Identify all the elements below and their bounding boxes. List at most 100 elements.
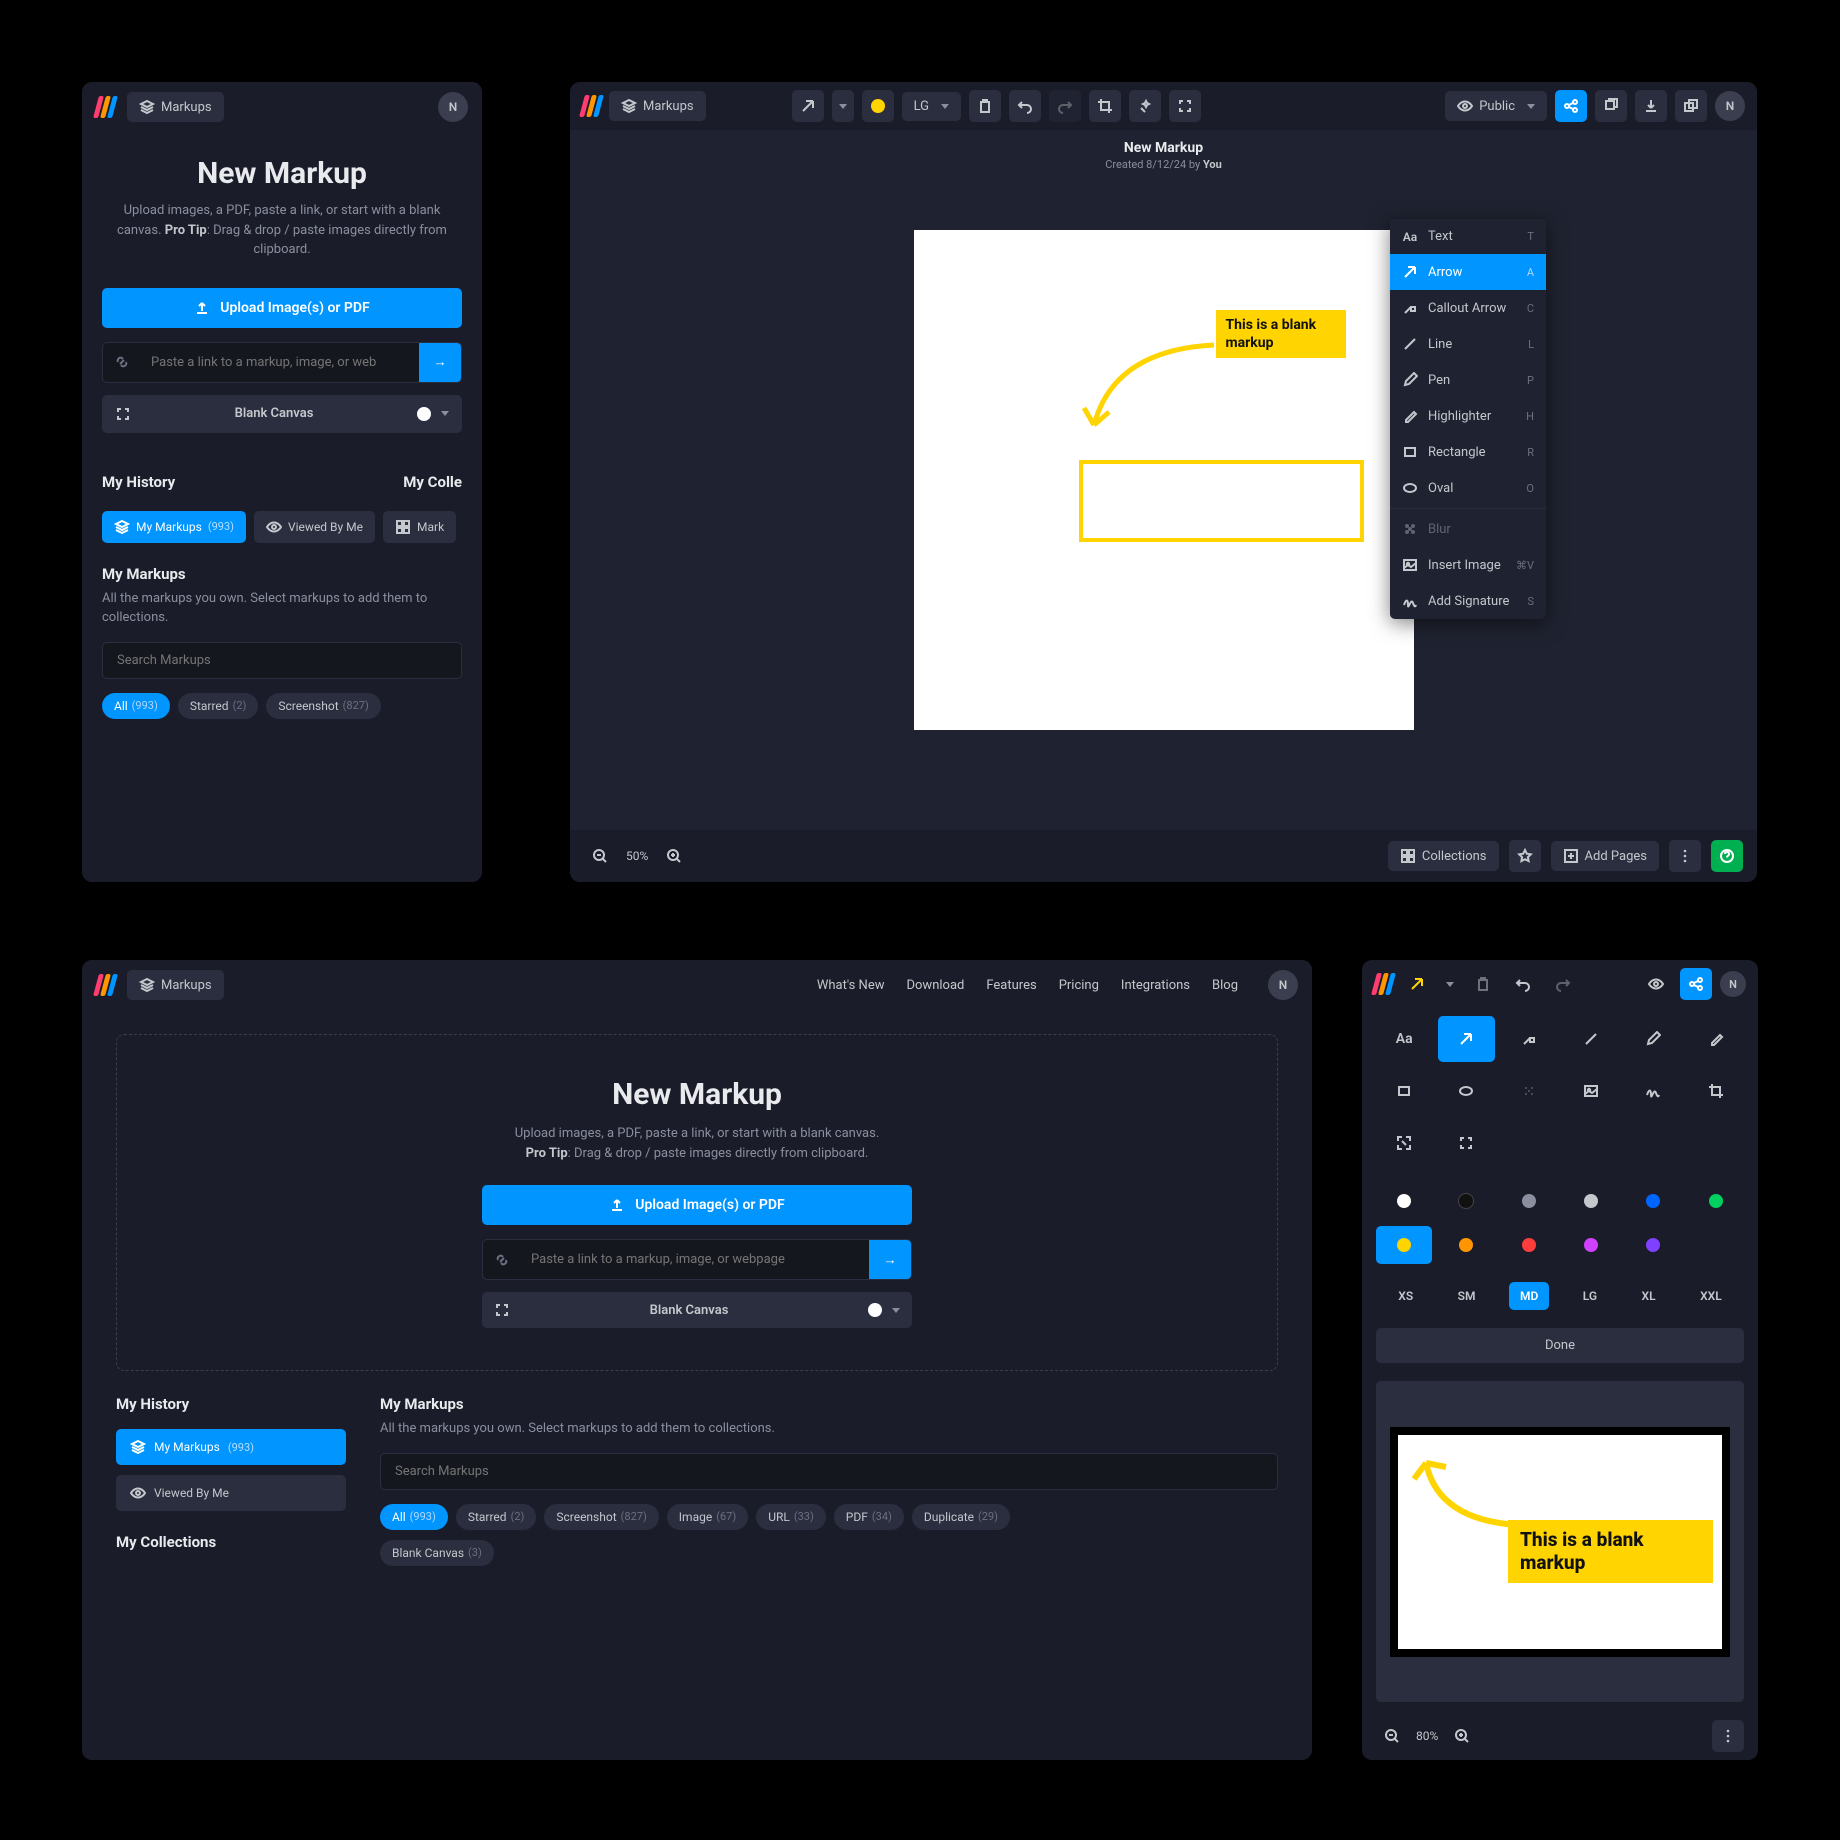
canvas[interactable]: This is a blank markup: [1390, 1427, 1730, 1657]
tool-item-callout arrow[interactable]: Callout ArrowC: [1390, 290, 1546, 326]
avatar[interactable]: N: [1268, 970, 1298, 1000]
nav-blog[interactable]: Blog: [1212, 978, 1238, 993]
upload-button[interactable]: Upload Image(s) or PDF: [482, 1185, 912, 1225]
filter-image[interactable]: Image (67): [667, 1504, 748, 1530]
color-swatch[interactable]: [1688, 1182, 1744, 1220]
tool-item-add signature[interactable]: Add SignatureS: [1390, 583, 1546, 619]
download-button[interactable]: [1635, 90, 1667, 122]
rectangle-annotation[interactable]: [1079, 460, 1364, 542]
size-xxl[interactable]: XXL: [1689, 1282, 1733, 1310]
share-button[interactable]: [1680, 968, 1712, 1000]
search-input[interactable]: [103, 643, 461, 678]
tool-highlighter[interactable]: [1688, 1016, 1744, 1062]
more-button[interactable]: [1669, 840, 1701, 872]
collections-button[interactable]: Collections: [1388, 841, 1499, 871]
search-input[interactable]: [381, 1454, 1277, 1489]
nav-features[interactable]: Features: [986, 978, 1036, 993]
tool-line[interactable]: [1563, 1016, 1619, 1062]
color-swatch[interactable]: [1625, 1226, 1681, 1264]
redo-button[interactable]: [1049, 90, 1081, 122]
tool-dropdown-button[interactable]: [832, 90, 854, 122]
canvas[interactable]: This is a blank markup: [914, 230, 1414, 730]
nav-integrations[interactable]: Integrations: [1121, 978, 1190, 993]
tool-item-highlighter[interactable]: HighlighterH: [1390, 398, 1546, 434]
size-xs[interactable]: XS: [1387, 1282, 1424, 1310]
link-input[interactable]: [521, 1240, 869, 1279]
arrow-annotation[interactable]: [1074, 340, 1224, 440]
tool-resize[interactable]: [1376, 1120, 1432, 1166]
delete-button[interactable]: [969, 90, 1001, 122]
undo-button[interactable]: [1507, 968, 1539, 1000]
markups-button[interactable]: Markups: [127, 970, 224, 1000]
zoom-out-button[interactable]: [584, 840, 616, 872]
undo-button[interactable]: [1009, 90, 1041, 122]
upload-button[interactable]: Upload Image(s) or PDF: [102, 288, 462, 328]
nav-download[interactable]: Download: [906, 978, 964, 993]
tool-item-arrow[interactable]: ArrowA: [1390, 254, 1546, 290]
redo-button[interactable]: [1547, 968, 1579, 1000]
doc-title[interactable]: New Markup: [1105, 140, 1222, 156]
nav-what-s-new[interactable]: What's New: [817, 978, 885, 993]
magic-button[interactable]: [1129, 90, 1161, 122]
tool-arrow-button[interactable]: [1401, 968, 1433, 1000]
tool-arrow-button[interactable]: [792, 90, 824, 122]
blank-canvas-button[interactable]: Blank Canvas: [482, 1292, 912, 1328]
tool-image[interactable]: [1563, 1068, 1619, 1114]
blank-canvas-button[interactable]: Blank Canvas: [102, 395, 462, 433]
zoom-out-button[interactable]: [1376, 1720, 1408, 1752]
markups-button[interactable]: Markups: [127, 92, 224, 122]
tool-pen[interactable]: [1625, 1016, 1681, 1062]
callout-annotation[interactable]: This is a blank markup: [1216, 310, 1346, 358]
color-swatch[interactable]: [1625, 1182, 1681, 1220]
tool-rectangle[interactable]: [1376, 1068, 1432, 1114]
filter-screenshot[interactable]: Screenshot (827): [266, 693, 380, 719]
filter-screenshot[interactable]: Screenshot (827): [544, 1504, 658, 1530]
color-swatch[interactable]: [1501, 1226, 1557, 1264]
done-button[interactable]: Done: [1376, 1328, 1744, 1363]
color-button[interactable]: [862, 90, 894, 122]
dropzone[interactable]: New Markup Upload images, a PDF, paste a…: [116, 1034, 1278, 1371]
zoom-in-button[interactable]: [1446, 1720, 1478, 1752]
color-swatch[interactable]: [1438, 1226, 1494, 1264]
color-swatch[interactable]: [1376, 1182, 1432, 1220]
zoom-in-button[interactable]: [658, 840, 690, 872]
link-submit-button[interactable]: →: [419, 343, 461, 382]
star-button[interactable]: [1509, 840, 1541, 872]
tool-item-insert image[interactable]: Insert Image⌘V: [1390, 547, 1546, 583]
sidebar-item-viewed by me[interactable]: Viewed By Me: [116, 1475, 346, 1511]
color-swatch[interactable]: [1376, 1226, 1432, 1264]
filter-all[interactable]: All (993): [102, 693, 170, 719]
delete-button[interactable]: [1467, 968, 1499, 1000]
help-button[interactable]: [1711, 840, 1743, 872]
share-button[interactable]: [1555, 90, 1587, 122]
tab-viewed by me[interactable]: Viewed By Me: [254, 511, 375, 543]
tool-item-line[interactable]: LineL: [1390, 326, 1546, 362]
tool-item-rectangle[interactable]: RectangleR: [1390, 434, 1546, 470]
tool-callout[interactable]: [1501, 1016, 1557, 1062]
tool-item-pen[interactable]: PenP: [1390, 362, 1546, 398]
avatar[interactable]: N: [1715, 91, 1745, 121]
fullscreen-button[interactable]: [1169, 90, 1201, 122]
more-button[interactable]: [1712, 1720, 1744, 1752]
link-input[interactable]: [141, 343, 419, 382]
size-button[interactable]: LG: [902, 92, 961, 121]
filter-url[interactable]: URL (33): [756, 1504, 826, 1530]
size-md[interactable]: MD: [1509, 1282, 1549, 1310]
tool-item-text[interactable]: AaTextT: [1390, 219, 1546, 254]
tool-text[interactable]: Aa: [1376, 1016, 1432, 1062]
chevron-down-icon[interactable]: [441, 411, 449, 416]
callout-annotation[interactable]: This is a blank markup: [1508, 1520, 1713, 1584]
filter-starred[interactable]: Starred (2): [178, 693, 259, 719]
filter-all[interactable]: All (993): [380, 1504, 448, 1530]
avatar[interactable]: N: [438, 92, 468, 122]
filter-pdf[interactable]: PDF (34): [834, 1504, 904, 1530]
color-swatch[interactable]: [1563, 1226, 1619, 1264]
crop-button[interactable]: [1089, 90, 1121, 122]
filter-starred[interactable]: Starred (2): [456, 1504, 537, 1530]
copy-button[interactable]: [1595, 90, 1627, 122]
markups-button[interactable]: Markups: [609, 91, 706, 121]
tab-my markups[interactable]: My Markups(993): [102, 511, 246, 543]
avatar[interactable]: N: [1720, 971, 1746, 997]
filter-blank canvas[interactable]: Blank Canvas (3): [380, 1540, 494, 1566]
chevron-down-icon[interactable]: [892, 1308, 900, 1313]
